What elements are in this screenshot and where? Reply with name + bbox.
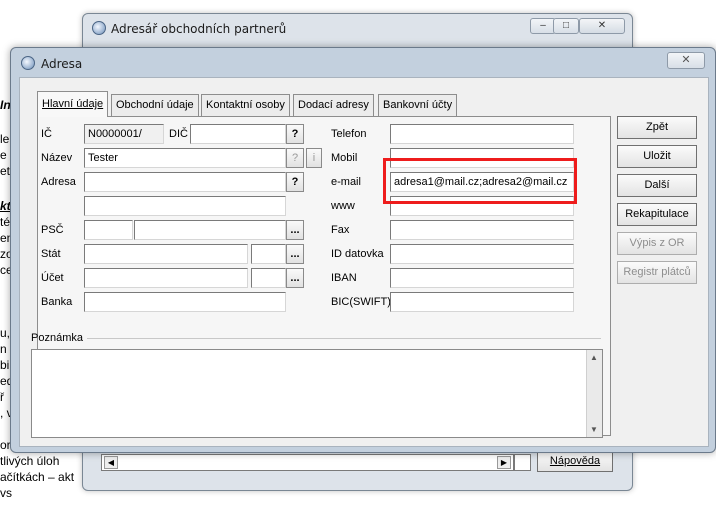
address-dialog: Adresa ✕ Hlavní údaje Obchodní údaje Kon… [10,47,716,453]
telefon-label: Telefon [331,128,367,140]
bg-fragment: ačítkách – akt [0,470,75,484]
telefon-field[interactable] [390,124,574,144]
stat-label: Stát [41,248,61,260]
stat-lookup-button[interactable]: ... [286,244,304,264]
bg-fragment: tlivých úloh [0,454,60,468]
ucet-lookup-button[interactable]: ... [286,268,304,288]
dialog-close-button[interactable]: ✕ [667,52,705,69]
adresa-field[interactable] [84,172,286,192]
tab-label: Obchodní údaje [116,99,194,111]
adresa-label: Adresa [41,176,76,188]
button-label: Další [644,179,670,191]
email-label: e-mail [331,176,361,188]
ucet-code-field[interactable] [251,268,286,288]
mobil-label: Mobil [331,152,358,164]
ic-label: IČ [41,128,52,140]
rekapitulace-button[interactable]: Rekapitulace [617,203,697,226]
tab-label: Kontaktní osoby [206,99,285,111]
psc-lookup-button[interactable]: ... [286,220,304,240]
tab-bankovni-ucty[interactable]: Bankovní účty [378,94,458,116]
bic-label: BIC(SWIFT) [331,296,391,308]
fax-field[interactable] [390,220,574,240]
tab-kontaktni-osoby[interactable]: Kontaktní osoby [201,94,290,116]
fax-label: Fax [331,224,350,236]
vypis-z-or-button[interactable]: Výpis z OR [617,232,697,255]
scroll-right-icon[interactable]: ▶ [497,456,511,469]
poznamka-textarea[interactable]: ▲ ▼ [31,349,603,438]
email-highlight-box [383,158,577,204]
bg-fragment: vs [0,486,12,500]
banka-label: Banka [41,296,73,308]
button-label: Výpis z OR [629,237,685,249]
button-label: Registr plátců [623,266,691,278]
registr-platcu-button[interactable]: Registr plátců [617,261,697,284]
stat-field[interactable] [84,244,248,264]
iban-label: IBAN [331,272,357,284]
button-label: Zpět [645,121,668,133]
dic-label: DIČ [169,128,188,140]
datovka-field[interactable] [390,244,574,264]
scroll-left-icon[interactable]: ◀ [104,456,118,469]
button-label: Uložit [643,150,671,162]
bg-fragment: ř [0,390,4,404]
button-label: Rekapitulace [625,208,689,220]
nazev-query-button[interactable]: ? [286,148,304,168]
bg-fragment: u, [0,326,11,340]
poznamka-scrollbar[interactable]: ▲ ▼ [586,350,602,437]
adresa-line2-field[interactable] [84,196,286,216]
dialog-title: Adresa [41,57,83,71]
tab-label: Bankovní účty [383,99,453,111]
bic-field[interactable] [390,292,574,312]
scroll-up-icon[interactable]: ▲ [590,353,598,362]
psc-label: PSČ [41,224,64,236]
iban-field[interactable] [390,268,574,288]
close-button[interactable]: ✕ [579,18,625,34]
bg-fragment: bi [0,358,10,372]
tab-label: Hlavní údaje [42,98,104,110]
datovka-label: ID datovka [331,248,384,260]
ulozit-button[interactable]: Uložit [617,145,697,168]
horizontal-scrollbar[interactable]: ◀ ▶ [101,454,514,471]
bg-fragment: n [0,342,7,356]
banka-field[interactable] [84,292,286,312]
stat-code-field[interactable] [251,244,286,264]
help-button[interactable]: Nápověda [537,451,613,472]
tab-label: Dodací adresy [298,99,369,111]
ucet-label: Účet [41,272,64,284]
psc-field[interactable] [84,220,133,240]
tab-obchodni-udaje[interactable]: Obchodní údaje [111,94,199,116]
partners-window-title: Adresář obchodních partnerů [111,22,287,36]
dic-query-button[interactable]: ? [286,124,304,144]
ucet-field[interactable] [84,268,248,288]
dalsi-button[interactable]: Další [617,174,697,197]
dialog-client-area: Hlavní údaje Obchodní údaje Kontaktní os… [19,77,709,447]
app-icon [92,21,106,35]
poznamka-label: Poznámka [31,332,83,344]
scroll-down-icon[interactable]: ▼ [590,425,598,434]
bg-fragment: le [0,132,10,146]
nazev-field[interactable]: Tester [84,148,286,168]
tab-hlavni-udaje[interactable]: Hlavní údaje [37,91,109,117]
nazev-label: Název [41,152,73,164]
tab-dodaci-adresy[interactable]: Dodací adresy [293,94,374,116]
info-button[interactable]: i [306,148,322,168]
poznamka-divider [87,338,601,339]
dic-field[interactable] [190,124,286,144]
scroll-corner [514,454,531,471]
zpet-button[interactable]: Zpět [617,116,697,139]
maximize-button[interactable]: □ [553,18,579,34]
www-label: www [331,200,355,212]
ic-field[interactable]: N0000001/ [84,124,164,144]
obec-field[interactable] [134,220,286,240]
app-icon [21,56,35,70]
bg-fragment: té [0,215,11,229]
bg-fragment: et [0,164,11,178]
adresa-query-button[interactable]: ? [286,172,304,192]
